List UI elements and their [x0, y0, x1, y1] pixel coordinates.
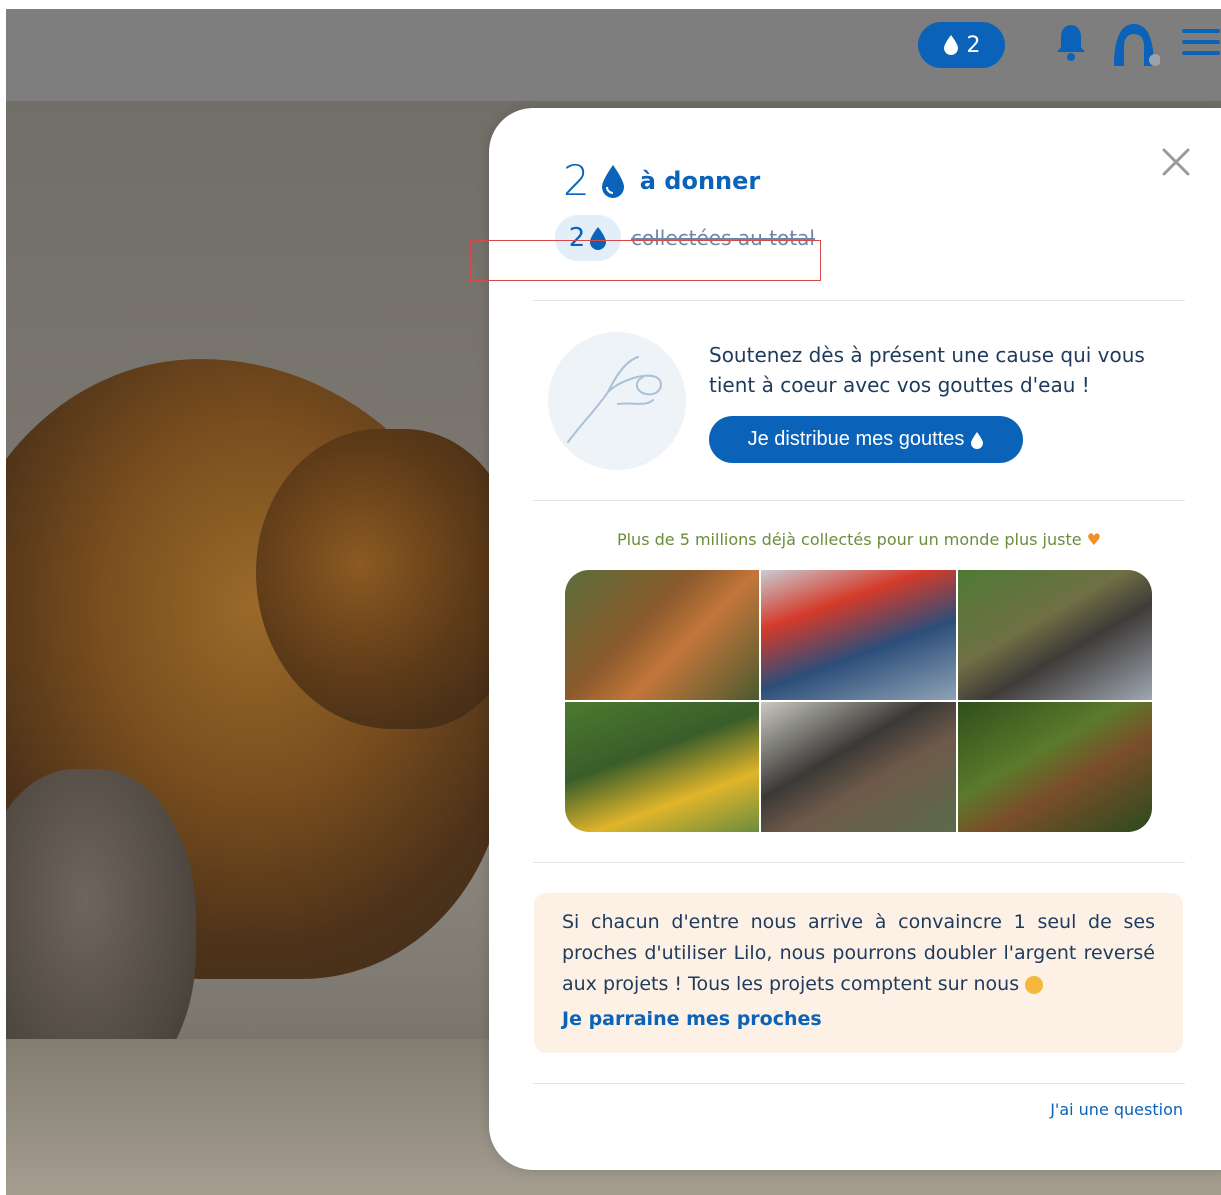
- divider: [533, 862, 1185, 863]
- avatar-icon[interactable]: [1110, 20, 1160, 68]
- drops-count: 2: [966, 32, 981, 58]
- screen: 2 2 à donner 2 collectées au total Soute…: [0, 0, 1221, 1195]
- referral-text-content: Si chacun d'entre nous arrive à convainc…: [562, 911, 1155, 995]
- photo-bear-cubs: [957, 702, 1152, 832]
- divider: [533, 1083, 1185, 1084]
- referral-text: Si chacun d'entre nous arrive à convainc…: [562, 907, 1155, 1000]
- cause-text: Soutenez dès à présent une cause qui vou…: [709, 343, 1145, 397]
- photo-two-men: [761, 702, 956, 832]
- drops-counter-button[interactable]: 2: [918, 22, 1005, 68]
- question-link[interactable]: J'ai une question: [1000, 1100, 1183, 1119]
- smile-icon: [1025, 975, 1044, 994]
- referral-link[interactable]: Je parraine mes proches: [562, 1008, 822, 1030]
- drop-icon: [601, 164, 624, 198]
- distribute-label: Je distribue mes gouttes: [747, 428, 965, 450]
- hand-illustration: [548, 332, 686, 470]
- give-count: 2: [563, 156, 590, 205]
- header-strip: [6, 9, 1221, 101]
- bell-icon[interactable]: [1054, 22, 1088, 62]
- give-label: à donner: [639, 166, 761, 195]
- hand-icon: [567, 356, 662, 443]
- divider: [533, 500, 1185, 501]
- projects-photo-grid[interactable]: [565, 570, 1152, 832]
- close-icon[interactable]: [1160, 146, 1192, 178]
- photo-planting-kids: [565, 702, 760, 832]
- heart-icon: ♥: [1086, 530, 1102, 549]
- distribute-drops-button[interactable]: Je distribue mes gouttes: [709, 416, 1023, 463]
- photo-firefighter-kid: [761, 570, 956, 700]
- divider: [533, 300, 1185, 301]
- million-label: Plus de 5 millions déjà collectés pour u…: [616, 530, 1082, 549]
- menu-icon[interactable]: [1180, 26, 1220, 58]
- drop-icon: [943, 35, 958, 55]
- referral-tip: Si chacun d'entre nous arrive à convainc…: [534, 893, 1183, 1053]
- highlight-box: [470, 240, 821, 281]
- million-text: Plus de 5 millions déjà collectés pour u…: [533, 530, 1185, 549]
- drops-to-give: 2 à donner: [563, 156, 760, 205]
- photo-donkey-man: [957, 570, 1152, 700]
- drop-icon: [971, 431, 984, 449]
- photo-fox-badger: [565, 570, 760, 700]
